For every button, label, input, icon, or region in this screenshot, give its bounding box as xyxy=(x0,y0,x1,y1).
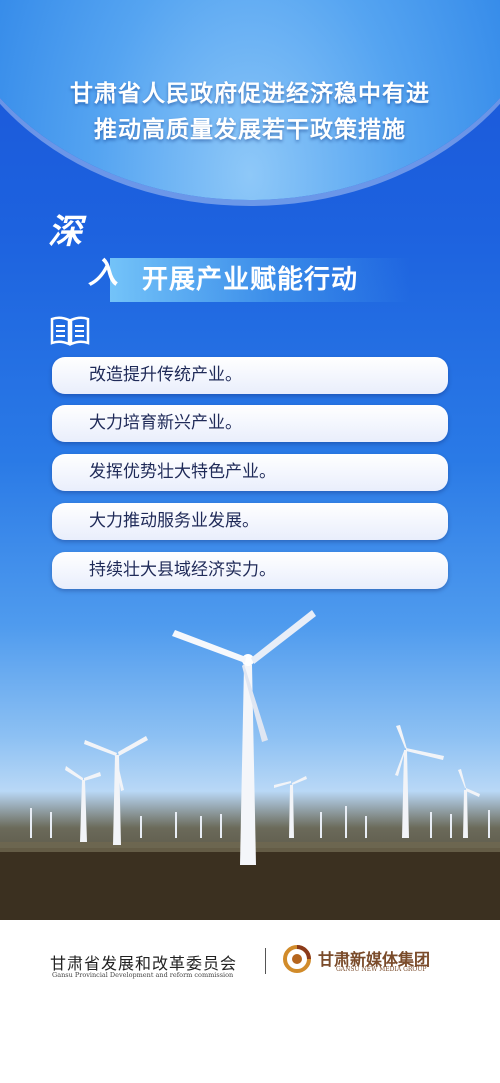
measure-item: 大力培育新兴产业。 xyxy=(52,405,448,442)
medium-turbines xyxy=(65,725,480,845)
media-group-english-name: GANSU NEW MEDIA GROUP xyxy=(336,966,427,973)
footer-divider xyxy=(265,948,266,974)
gansu-new-media-logo xyxy=(283,945,311,973)
footer xyxy=(0,920,500,1083)
section-char-shen: 深 xyxy=(48,212,82,252)
poster: 甘肃省人民政府促进经济稳中有进 推动高质量发展若干政策措施 深 入 开展产业赋能… xyxy=(0,0,500,1083)
section-title: 开展产业赋能行动 xyxy=(142,265,359,295)
ndrc-english-name: Gansu Provincial Development and reform … xyxy=(52,971,234,979)
section-char-ru: 入 xyxy=(88,256,118,291)
measure-item: 改造提升传统产业。 xyxy=(52,357,448,394)
wind-turbine-field-image xyxy=(0,610,500,920)
book-icon xyxy=(50,316,90,346)
large-turbine xyxy=(172,610,316,865)
measure-label: 大力推动服务业发展。 xyxy=(89,511,259,531)
measure-label: 发挥优势壮大特色产业。 xyxy=(89,462,276,482)
title-line-2: 推动高质量发展若干政策措施 xyxy=(94,117,406,143)
measure-item: 发挥优势壮大特色产业。 xyxy=(52,454,448,491)
title-line-1: 甘肃省人民政府促进经济稳中有进 xyxy=(70,81,430,107)
measure-label: 改造提升传统产业。 xyxy=(89,365,242,385)
measure-label: 大力培育新兴产业。 xyxy=(89,413,242,433)
distant-turbines xyxy=(30,806,490,838)
measure-item: 大力推动服务业发展。 xyxy=(52,503,448,540)
